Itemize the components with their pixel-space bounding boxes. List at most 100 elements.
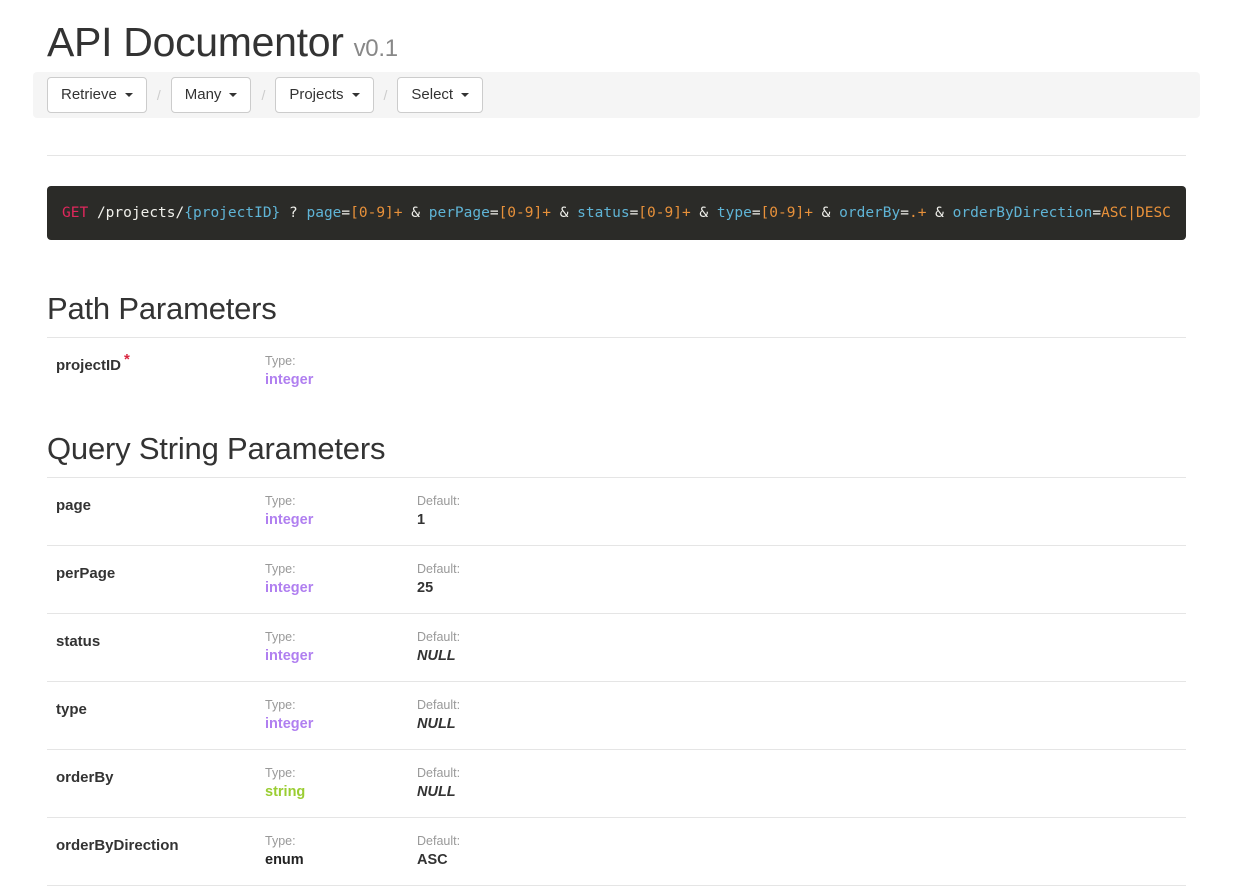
code-token-plain: = <box>752 205 761 221</box>
parameter-name-cell: status <box>47 628 265 651</box>
parameter-type-cell: Type:integer <box>265 352 417 390</box>
code-token-plain: = <box>490 205 499 221</box>
table-row: perPage Type:integerDefault:25 <box>47 546 1186 614</box>
code-token-plain: = <box>341 205 350 221</box>
default-value: NULL <box>417 782 569 802</box>
code-token-path: /projects/ <box>97 205 184 221</box>
parameter-name-cell: projectID* <box>47 352 265 375</box>
code-token-value: [0-9]+ <box>499 205 551 221</box>
default-value: NULL <box>417 646 569 666</box>
default-value: ASC <box>417 850 569 870</box>
table-row: type Type:integerDefault:NULL <box>47 682 1186 750</box>
parameter-name: orderBy <box>56 769 114 786</box>
type-value: string <box>265 782 417 802</box>
code-token-plain: & <box>813 205 839 221</box>
type-label: Type: <box>265 560 417 578</box>
parameter-name-cell: page <box>47 492 265 515</box>
app-header: API Documentor v0.1 <box>0 0 1233 73</box>
code-token-value: [0-9]+ <box>638 205 690 221</box>
code-token-plain: = <box>1092 205 1101 221</box>
parameter-type-cell: Type:integer <box>265 492 417 530</box>
breadcrumb-button-select[interactable]: Select <box>397 77 483 113</box>
code-token-method: GET <box>62 205 88 221</box>
default-label: Default: <box>417 764 569 782</box>
query-parameters-section: Query String Parameters pageType:integer… <box>47 430 1186 886</box>
default-label: Default: <box>417 560 569 578</box>
parameter-name-cell: perPage <box>47 560 265 583</box>
type-label: Type: <box>265 628 417 646</box>
default-label: Default: <box>417 628 569 646</box>
parameter-default-cell: Default:NULL <box>417 696 569 734</box>
caret-down-icon <box>461 93 469 97</box>
breadcrumb-button-many[interactable]: Many <box>171 77 252 113</box>
caret-down-icon <box>125 93 133 97</box>
code-token-plain: & <box>403 205 429 221</box>
page-title: API Documentor v0.1 <box>47 18 398 73</box>
code-token-value: [0-9]+ <box>350 205 402 221</box>
parameter-name: projectID <box>56 357 121 374</box>
parameter-type-cell: Type:string <box>265 764 417 802</box>
query-parameters-title: Query String Parameters <box>47 430 1186 468</box>
default-label: Default: <box>417 492 569 510</box>
code-token-param: page <box>306 205 341 221</box>
parameter-default-cell: Default:25 <box>417 560 569 598</box>
breadcrumb-label-retrieve: Retrieve <box>61 85 117 105</box>
code-token-plain: & <box>691 205 717 221</box>
type-label: Type: <box>265 764 417 782</box>
path-parameters-title: Path Parameters <box>47 290 1186 328</box>
parameter-name: type <box>56 701 87 718</box>
parameter-name: page <box>56 497 91 514</box>
endpoint-code-block: GET /projects/{projectID} ? page=[0-9]+ … <box>47 186 1186 240</box>
parameter-type-cell: Type:integer <box>265 628 417 666</box>
table-row: orderBy Type:stringDefault:NULL <box>47 750 1186 818</box>
code-token-plain: = <box>900 205 909 221</box>
code-token-param: type <box>717 205 752 221</box>
app-version-label: v0.1 <box>354 35 398 62</box>
path-parameters-list: projectID*Type:integer <box>47 338 1186 405</box>
parameter-name: perPage <box>56 565 115 582</box>
parameter-default-cell: Default:ASC <box>417 832 569 870</box>
code-token-value: .+ <box>909 205 926 221</box>
breadcrumb-label-select: Select <box>411 85 453 105</box>
default-label: Default: <box>417 696 569 714</box>
table-row: projectID*Type:integer <box>47 338 1186 405</box>
parameter-type-cell: Type:integer <box>265 560 417 598</box>
type-label: Type: <box>265 696 417 714</box>
type-value: integer <box>265 578 417 598</box>
default-label: Default: <box>417 832 569 850</box>
breadcrumb-separator: / <box>251 87 275 103</box>
table-row: page Type:integerDefault:1 <box>47 478 1186 546</box>
code-token-value: ASC|DESC <box>1101 205 1171 221</box>
type-value: integer <box>265 510 417 530</box>
parameter-type-cell: Type:integer <box>265 696 417 734</box>
required-asterisk-icon: * <box>124 351 130 368</box>
breadcrumb-separator: / <box>374 87 398 103</box>
parameter-name: orderByDirection <box>56 837 179 854</box>
table-row: status Type:integerDefault:NULL <box>47 614 1186 682</box>
parameter-default-cell: Default:NULL <box>417 764 569 802</box>
parameter-default-cell: Default:1 <box>417 492 569 530</box>
caret-down-icon <box>229 93 237 97</box>
type-value: enum <box>265 850 417 870</box>
code-token-param: orderBy <box>839 205 900 221</box>
type-label: Type: <box>265 352 417 370</box>
query-parameters-list: pageType:integerDefault:1perPageType:int… <box>47 478 1186 886</box>
code-token-value: [0-9]+ <box>761 205 813 221</box>
breadcrumb-button-projects[interactable]: Projects <box>275 77 373 113</box>
app-title-text: API Documentor <box>47 19 344 65</box>
table-row: orderByDirection Type:enumDefault:ASC <box>47 818 1186 886</box>
header-divider <box>47 155 1186 156</box>
breadcrumb-label-many: Many <box>185 85 222 105</box>
breadcrumb-button-retrieve[interactable]: Retrieve <box>47 77 147 113</box>
type-value: integer <box>265 646 417 666</box>
code-token-param: perPage <box>429 205 490 221</box>
parameter-name: status <box>56 633 100 650</box>
type-value: integer <box>265 714 417 734</box>
caret-down-icon <box>352 93 360 97</box>
type-value: integer <box>265 370 417 390</box>
page-root: API Documentor v0.1 Retrieve / Many / Pro… <box>0 0 1233 844</box>
type-label: Type: <box>265 832 417 850</box>
parameter-default-cell: Default:NULL <box>417 628 569 666</box>
code-token-plain: ? <box>280 205 306 221</box>
default-value: NULL <box>417 714 569 734</box>
